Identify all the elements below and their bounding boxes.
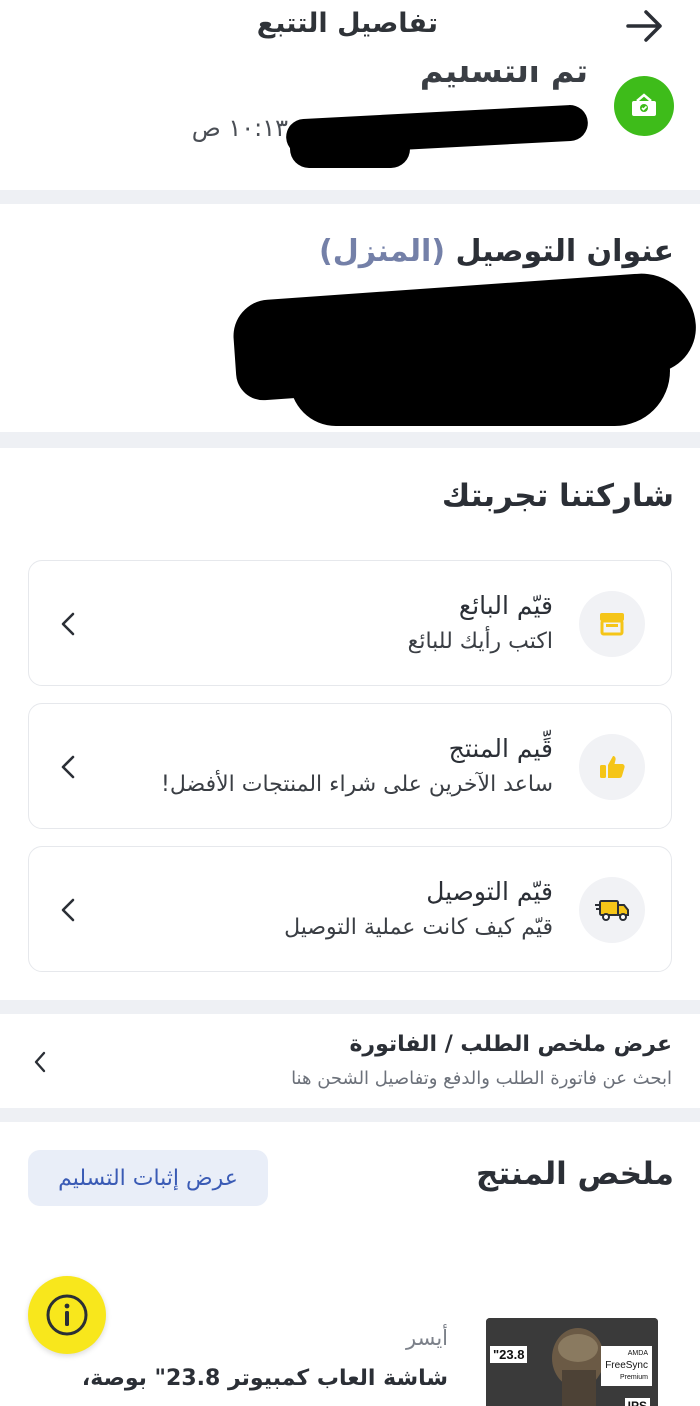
proof-of-delivery-button[interactable]: عرض إثبات التسليم: [28, 1150, 268, 1206]
product-name[interactable]: شاشة العاب كمبيوتر 23.8" بوصة،: [68, 1362, 448, 1396]
freesync-brand: AMDA: [627, 1350, 648, 1357]
rate-delivery-item[interactable]: قيّم التوصيل قيّم كيف كانت عملية التوصيل: [28, 846, 672, 972]
freesync-sub: Premium: [619, 1374, 648, 1381]
rate-product-subtitle: ساعد الآخرين على شراء المنتجات الأفضل!: [161, 772, 553, 797]
arrow-right-icon[interactable]: [624, 6, 666, 46]
info-button[interactable]: [28, 1276, 106, 1354]
invoice-title: عرض ملخص الطلب / الفاتورة: [349, 1032, 672, 1057]
delivery-address-card: عنوان التوصيل (المنزل): [0, 204, 700, 432]
product-thumbnail[interactable]: 23.8" AMDA FreeSync Premium IPS: [486, 1318, 658, 1406]
redacted-address-2: [290, 334, 670, 426]
product-summary-title: ملخص المنتج: [476, 1156, 674, 1192]
freesync-label: FreeSync: [605, 1360, 648, 1371]
thumbs-up-icon: [579, 734, 645, 800]
share-experience-card: شاركتنا تجربتك قيّم البائع اكتب رأيك للب…: [0, 448, 700, 1000]
info-icon: [46, 1294, 88, 1336]
chevron-left-icon: [59, 754, 77, 780]
experience-title: شاركتنا تجربتك: [441, 478, 674, 514]
product-brand: أيسر: [406, 1326, 448, 1350]
chevron-left-icon: [59, 611, 77, 637]
thumb-size-label: 23.8": [490, 1346, 528, 1363]
delivery-status-card: تم التسليم ١٠:١٣ ص: [0, 66, 700, 190]
product-summary-card: ملخص المنتج عرض إثبات التسليم أيسر شاشة …: [0, 1122, 700, 1406]
rate-seller-title: قيّم البائع: [458, 591, 553, 620]
top-bar: تفاصيل التتبع: [0, 0, 700, 66]
address-title-text: عنوان التوصيل: [455, 234, 675, 269]
status-time: ١٠:١٣ ص: [191, 114, 288, 142]
address-title: عنوان التوصيل (المنزل): [319, 234, 674, 269]
rate-seller-item[interactable]: قيّم البائع اكتب رأيك للبائع: [28, 560, 672, 686]
invoice-subtitle: ابحث عن فاتورة الطلب والدفع وتفاصيل الشح…: [291, 1068, 672, 1089]
delivered-package-icon: [614, 76, 674, 136]
store-icon: [579, 591, 645, 657]
rate-delivery-subtitle: قيّم كيف كانت عملية التوصيل: [284, 915, 553, 940]
redacted-date-2: [290, 130, 410, 168]
rate-seller-subtitle: اكتب رأيك للبائع: [407, 629, 553, 654]
rate-product-title: قِّيم المنتج: [448, 734, 553, 763]
freesync-badge: AMDA FreeSync Premium: [601, 1346, 652, 1386]
rate-delivery-title: قيّم التوصيل: [426, 877, 553, 906]
address-tag: (المنزل): [319, 234, 446, 269]
chevron-left-icon: [32, 1050, 48, 1074]
ips-badge: IPS: [624, 1398, 650, 1406]
rate-product-item[interactable]: قِّيم المنتج ساعد الآخرين على شراء المنت…: [28, 703, 672, 829]
status-label: تم التسليم: [419, 66, 588, 90]
delivery-truck-icon: [579, 877, 645, 943]
order-summary-invoice-link[interactable]: عرض ملخص الطلب / الفاتورة ابحث عن فاتورة…: [0, 1014, 700, 1108]
page-title: تفاصيل التتبع: [256, 8, 438, 39]
chevron-left-icon: [59, 897, 77, 923]
